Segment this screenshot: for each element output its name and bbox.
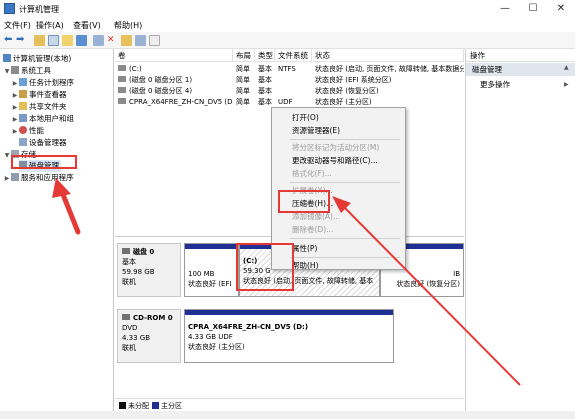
- actions-panel: 操作 磁盘管理 ▲ 更多操作 ▶: [465, 49, 575, 411]
- tree-item-task-scheduler[interactable]: ▶ 任务计划程序: [11, 77, 74, 89]
- more-actions-link[interactable]: 更多操作: [480, 79, 510, 90]
- close-button[interactable]: ✕: [547, 0, 575, 18]
- tree-item-shared-folders[interactable]: ▶ 共享文件夹: [11, 101, 67, 113]
- legend-primary-label: 主分区: [161, 402, 182, 410]
- menu-item-explore[interactable]: 资源管理器(E): [272, 124, 405, 137]
- chevron-right-icon[interactable]: ▶: [564, 81, 569, 88]
- menu-separator: [290, 257, 400, 258]
- chevron-right-icon[interactable]: ▶: [11, 128, 19, 135]
- annotation-box-c-partition: [236, 243, 294, 291]
- window-title: 计算机管理: [19, 5, 59, 14]
- partition-efi[interactable]: 100 MB 状态良好 (EFI: [184, 243, 239, 297]
- forward-icon[interactable]: ➡: [16, 35, 27, 46]
- tree-item-device-manager[interactable]: 设备管理器: [19, 137, 67, 149]
- table-row[interactable]: (磁盘 0 磁盘分区 1) 简单 基本 状态良好 (EFI 系统分区): [115, 75, 464, 86]
- show-hide-tree-icon[interactable]: [48, 35, 59, 46]
- check-icon[interactable]: [135, 35, 146, 46]
- menu-item-delete: 删除卷(D)...: [292, 225, 334, 234]
- column-header-status[interactable]: 状态: [312, 49, 464, 62]
- column-header-filesystem[interactable]: 文件系统: [275, 49, 312, 62]
- chevron-down-icon[interactable]: ▼: [3, 152, 11, 159]
- cdrom-0-label[interactable]: CD-ROM 0 DVD 4.33 GB 联机: [117, 309, 181, 363]
- computer-icon: [3, 54, 11, 62]
- column-header-type[interactable]: 类型: [255, 49, 275, 62]
- performance-icon: [19, 126, 27, 134]
- column-header-volume[interactable]: 卷: [115, 49, 233, 62]
- maximize-button[interactable]: ☐: [519, 0, 547, 18]
- help-icon[interactable]: [76, 35, 87, 46]
- tree-item-system-tools[interactable]: ▼ 系统工具: [3, 65, 51, 77]
- menu-separator: [290, 238, 400, 239]
- device-manager-icon: [19, 138, 27, 146]
- event-viewer-icon: [19, 90, 27, 98]
- computer-management-icon: [4, 3, 15, 14]
- tools-icon: [11, 66, 19, 74]
- chevron-right-icon[interactable]: ▶: [11, 92, 19, 99]
- open-folder-icon[interactable]: [121, 35, 132, 46]
- clock-icon: [19, 78, 27, 86]
- chevron-right-icon[interactable]: ▶: [11, 116, 19, 123]
- actions-header: 操作: [466, 49, 575, 62]
- menu-bar: 文件(F) 操作(A) 查看(V) 帮助(H): [0, 18, 575, 32]
- title-bar: 计算机管理 — ☐ ✕: [0, 0, 575, 18]
- disk-icon: [122, 248, 130, 254]
- menu-separator: [290, 139, 400, 140]
- menu-file[interactable]: 文件(F): [4, 20, 31, 31]
- delete-icon[interactable]: ✕: [107, 35, 118, 46]
- volume-icon: [118, 87, 126, 93]
- menu-separator: [290, 182, 400, 183]
- connect-icon[interactable]: [93, 35, 104, 46]
- tree-item-root[interactable]: 计算机管理(本地): [3, 53, 71, 65]
- table-row[interactable]: (磁盘 0 磁盘分区 4) 简单 基本 状态良好 (恢复分区): [115, 86, 464, 97]
- column-header-layout[interactable]: 布局: [233, 49, 255, 62]
- table-row[interactable]: (C:) 简单 基本 NTFS 状态良好 (启动, 页面文件, 故障转储, 基本…: [115, 64, 464, 75]
- tree-item-services[interactable]: ▶ 服务和应用程序: [3, 172, 74, 184]
- shared-folder-icon: [19, 102, 27, 110]
- properties-icon[interactable]: [62, 35, 73, 46]
- tree-item-local-users[interactable]: ▶ 本地用户和组: [11, 113, 74, 125]
- volume-icon: [118, 65, 126, 71]
- tree-item-event-viewer[interactable]: ▶ 事件查看器: [11, 89, 67, 101]
- menu-item-mark-active: 将分区标记为活动分区(M): [292, 143, 380, 152]
- volume-icon: [118, 98, 126, 104]
- disk-0-label[interactable]: 磁盘 0 基本 59.98 GB 联机: [117, 243, 181, 297]
- menu-view[interactable]: 查看(V): [73, 20, 101, 31]
- cdrom-icon: [122, 314, 130, 320]
- navigation-tree: 计算机管理(本地) ▼ 系统工具 ▶ 任务计划程序 ▶ 事件查看器 ▶ 共享文件夹 ▶ 本…: [0, 49, 114, 411]
- legend-unallocated-swatch: [119, 402, 126, 409]
- menu-item-change-drive-letter[interactable]: 更改驱动器号和路径(C)...: [272, 154, 405, 167]
- chevron-right-icon[interactable]: ▶: [11, 80, 19, 87]
- chevron-right-icon[interactable]: ▶: [11, 104, 19, 111]
- menu-item-open[interactable]: 打开(O): [272, 111, 405, 124]
- legend-unallocated-label: 未分配: [128, 402, 149, 410]
- partition-dvd[interactable]: CPRA_X64FRE_ZH-CN_DV5 (D:) 4.33 GB UDF 状…: [184, 309, 394, 363]
- up-folder-icon[interactable]: [34, 35, 45, 46]
- legend: 未分配 主分区: [115, 398, 464, 411]
- back-icon[interactable]: ⬅: [4, 35, 15, 46]
- tree-item-performance[interactable]: ▶ 性能: [11, 125, 44, 137]
- minimize-button[interactable]: —: [491, 0, 519, 18]
- annotation-box-disk-management: [11, 155, 77, 169]
- users-icon: [19, 114, 27, 122]
- menu-item-format: 格式化(F)...: [292, 169, 332, 178]
- status-bar: [0, 411, 575, 419]
- legend-primary-swatch: [152, 402, 159, 409]
- chevron-down-icon[interactable]: ▼: [3, 68, 11, 75]
- rescan-icon[interactable]: [149, 35, 160, 46]
- chevron-up-icon[interactable]: ▲: [564, 64, 569, 71]
- chevron-right-icon[interactable]: ▶: [3, 175, 11, 182]
- menu-action[interactable]: 操作(A): [36, 20, 64, 31]
- menu-help[interactable]: 帮助(H): [114, 20, 142, 31]
- services-icon: [11, 173, 19, 181]
- actions-section-disk-management[interactable]: 磁盘管理: [466, 63, 575, 76]
- toolbar: ⬅ ➡ ✕: [0, 32, 575, 49]
- volume-icon: [118, 76, 126, 82]
- annotation-box-shrink: [278, 190, 330, 213]
